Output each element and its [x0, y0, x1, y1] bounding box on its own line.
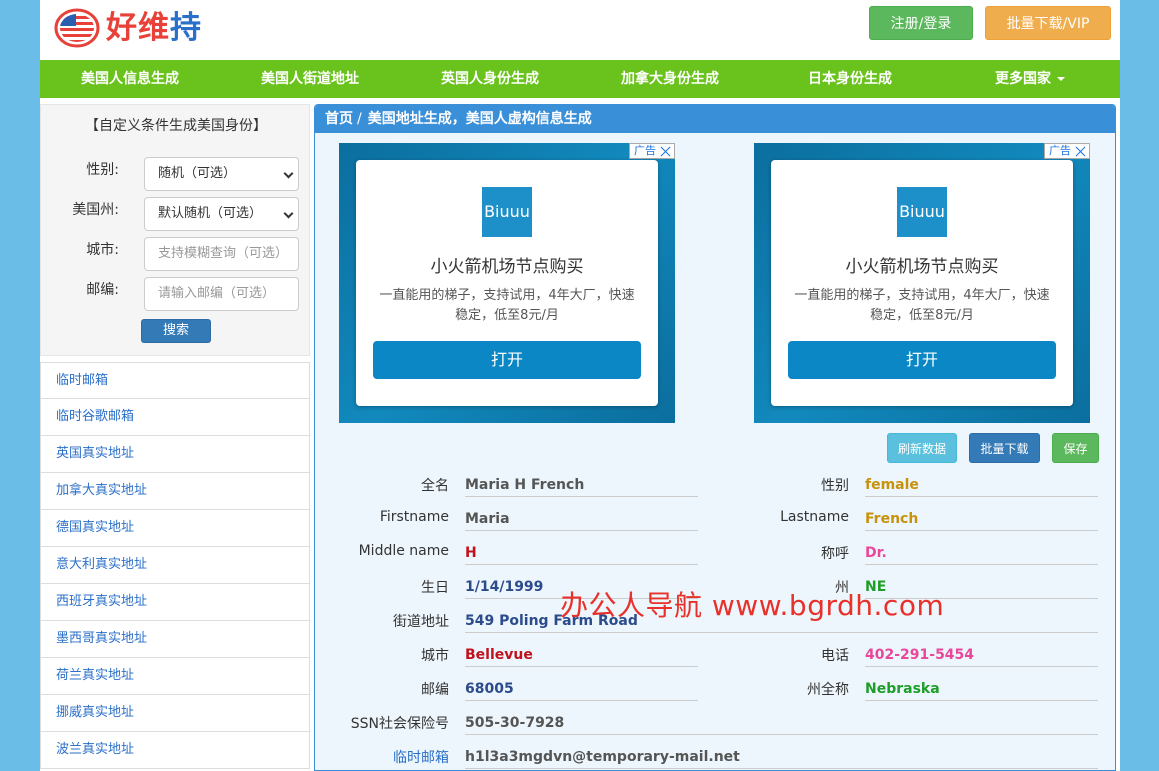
sidebar-link[interactable]: 西班牙真实地址 [40, 584, 310, 621]
ad-open-button[interactable]: 打开 [373, 341, 641, 379]
ad-open-button[interactable]: 打开 [788, 341, 1056, 379]
site-logo[interactable]: 好维持 [54, 8, 202, 48]
nav-item-us-info[interactable]: 美国人信息生成 [40, 60, 220, 98]
chevron-down-icon [284, 169, 294, 179]
main-panel: 首页/ 美国地址生成，美国人虚构信息生成 广告 Biuuu 小火箭机场节点购买 一… [314, 104, 1116, 771]
sidebar-link[interactable]: 德国真实地址 [40, 510, 310, 547]
lastname-value: French [865, 507, 1098, 531]
ad-description: 一直能用的梯子，支持试用，4年大厂，快速稳定，低至8元/月 [791, 286, 1053, 326]
sidebar-link[interactable]: 英国真实地址 [40, 436, 310, 473]
nav-item-us-street[interactable]: 美国人街道地址 [220, 60, 400, 98]
breadcrumb-home-link[interactable]: 首页 [325, 111, 353, 127]
site-watermark: 办公人导航 www.bgrdh.com [560, 584, 944, 624]
temp-mail-link[interactable]: 临时邮箱 [393, 747, 449, 767]
ad-title: 小火箭机场节点购买 [771, 252, 1073, 277]
main-body: 广告 Biuuu 小火箭机场节点购买 一直能用的梯子，支持试用，4年大厂，快速稳… [315, 133, 1115, 771]
ad-banner[interactable]: 广告 Biuuu 小火箭机场节点购买 一直能用的梯子，支持试用，4年大厂，快速稳… [754, 143, 1090, 423]
gender-select[interactable]: 随机（可选） [144, 157, 299, 191]
nav-item-japan-identity[interactable]: 日本身份生成 [760, 60, 940, 98]
batch-download-vip-button[interactable]: 批量下载/VIP [985, 6, 1111, 40]
sidebar-link[interactable]: 墨西哥真实地址 [40, 621, 310, 658]
city-input[interactable]: 支持模糊查询（可选） [144, 237, 299, 271]
save-button[interactable]: 保存 [1052, 433, 1099, 463]
city-field-label: 城市 [421, 645, 449, 665]
fullname-value: Maria H French [465, 473, 698, 497]
breadcrumb: 首页/ 美国地址生成，美国人虚构信息生成 [315, 105, 1115, 133]
middlename-value: H [465, 541, 698, 565]
ad-card: Biuuu 小火箭机场节点购买 一直能用的梯子，支持试用，4年大厂，快速稳定，低… [771, 160, 1073, 406]
gender-value: female [865, 473, 1098, 497]
ssn-label: SSN社会保险号 [351, 713, 449, 733]
ad-label: 广告 [634, 143, 656, 159]
ad-banner[interactable]: 广告 Biuuu 小火箭机场节点购买 一直能用的梯子，支持试用，4年大厂，快速稳… [339, 143, 675, 423]
fullname-label: 全名 [421, 475, 449, 495]
ad-logo: Biuuu [897, 187, 947, 237]
gender-field-label: 性别 [821, 475, 849, 495]
sidebar-link[interactable]: 加拿大真实地址 [40, 473, 310, 510]
middlename-label: Middle name [359, 543, 449, 559]
state-label: 美国州: [72, 199, 119, 219]
close-icon[interactable] [1074, 145, 1087, 158]
nav-item-more-countries[interactable]: 更多国家 [940, 60, 1120, 98]
lastname-label: Lastname [780, 509, 849, 525]
city-value: Bellevue [465, 643, 698, 667]
sidebar-link[interactable]: 临时邮箱 [40, 362, 310, 399]
site-header: 好维持 注册/登录 批量下载/VIP [40, 0, 1120, 60]
zip-input[interactable]: 请输入邮编（可选） [144, 277, 299, 311]
close-icon[interactable] [659, 145, 672, 158]
us-flag-logo-icon [54, 8, 100, 48]
chevron-down-icon [284, 209, 294, 219]
zip-value: 68005 [465, 677, 698, 701]
ad-logo: Biuuu [482, 187, 532, 237]
ad-label: 广告 [1049, 143, 1071, 159]
state-select[interactable]: 默认随机（可选） [144, 197, 299, 231]
custom-us-identity-form: 【自定义条件生成美国身份】 性别: 随机（可选） 美国州: 默认随机（可选） 城… [40, 104, 310, 356]
sidebar-link[interactable]: 意大利真实地址 [40, 547, 310, 584]
breadcrumb-separator: / [357, 111, 362, 127]
street-label: 街道地址 [393, 611, 449, 631]
ssn-value: 505-30-7928 [465, 711, 1098, 735]
nav-item-canada-identity[interactable]: 加拿大身份生成 [580, 60, 760, 98]
zip-label: 邮编: [86, 279, 119, 299]
temp-mail-value: h1l3a3mgdvn@temporary-mail.net [465, 745, 1098, 769]
sidebar-link-list: 临时邮箱 临时谷歌邮箱 英国真实地址 加拿大真实地址 德国真实地址 意大利真实地… [40, 362, 310, 769]
sidebar-link[interactable]: 波兰真实地址 [40, 732, 310, 769]
site-logo-text: 好维持 [106, 8, 202, 48]
refresh-data-button[interactable]: 刷新数据 [887, 433, 957, 463]
state-full-label: 州全称 [807, 679, 849, 699]
nav-more-label: 更多国家 [995, 71, 1051, 87]
register-login-button[interactable]: 注册/登录 [869, 6, 973, 40]
phone-label: 电话 [821, 645, 849, 665]
page: 好维持 注册/登录 批量下载/VIP 美国人信息生成 美国人街道地址 英国人身份… [40, 0, 1120, 771]
title-label: 称呼 [821, 543, 849, 563]
caret-down-icon [1057, 77, 1065, 81]
state-full-value: Nebraska [865, 677, 1098, 701]
ad-title: 小火箭机场节点购买 [356, 252, 658, 277]
gender-select-value: 随机（可选） [158, 166, 236, 181]
nav-item-uk-identity[interactable]: 英国人身份生成 [400, 60, 580, 98]
phone-value: 402-291-5454 [865, 643, 1098, 667]
city-label: 城市: [86, 239, 119, 259]
search-button[interactable]: 搜索 [141, 319, 211, 343]
main-nav: 美国人信息生成 美国人街道地址 英国人身份生成 加拿大身份生成 日本身份生成 更… [40, 60, 1120, 98]
state-select-value: 默认随机（可选） [158, 206, 262, 221]
batch-download-button[interactable]: 批量下载 [969, 433, 1040, 463]
sidebar-link[interactable]: 荷兰真实地址 [40, 658, 310, 695]
zip-field-label: 邮编 [421, 679, 449, 699]
sidebar-link[interactable]: 挪威真实地址 [40, 695, 310, 732]
ad-description: 一直能用的梯子，支持试用，4年大厂，快速稳定，低至8元/月 [376, 286, 638, 326]
gender-label: 性别: [86, 159, 119, 179]
form-title: 【自定义条件生成美国身份】 [41, 115, 311, 135]
firstname-value: Maria [465, 507, 698, 531]
sidebar-link[interactable]: 临时谷歌邮箱 [40, 399, 310, 436]
title-value: Dr. [865, 541, 1098, 565]
birthday-label: 生日 [421, 577, 449, 597]
ad-card: Biuuu 小火箭机场节点购买 一直能用的梯子，支持试用，4年大厂，快速稳定，低… [356, 160, 658, 406]
ad-choices-tag[interactable]: 广告 [1044, 143, 1090, 159]
breadcrumb-current: 美国地址生成，美国人虚构信息生成 [368, 111, 592, 127]
ad-choices-tag[interactable]: 广告 [629, 143, 675, 159]
firstname-label: Firstname [380, 509, 449, 525]
